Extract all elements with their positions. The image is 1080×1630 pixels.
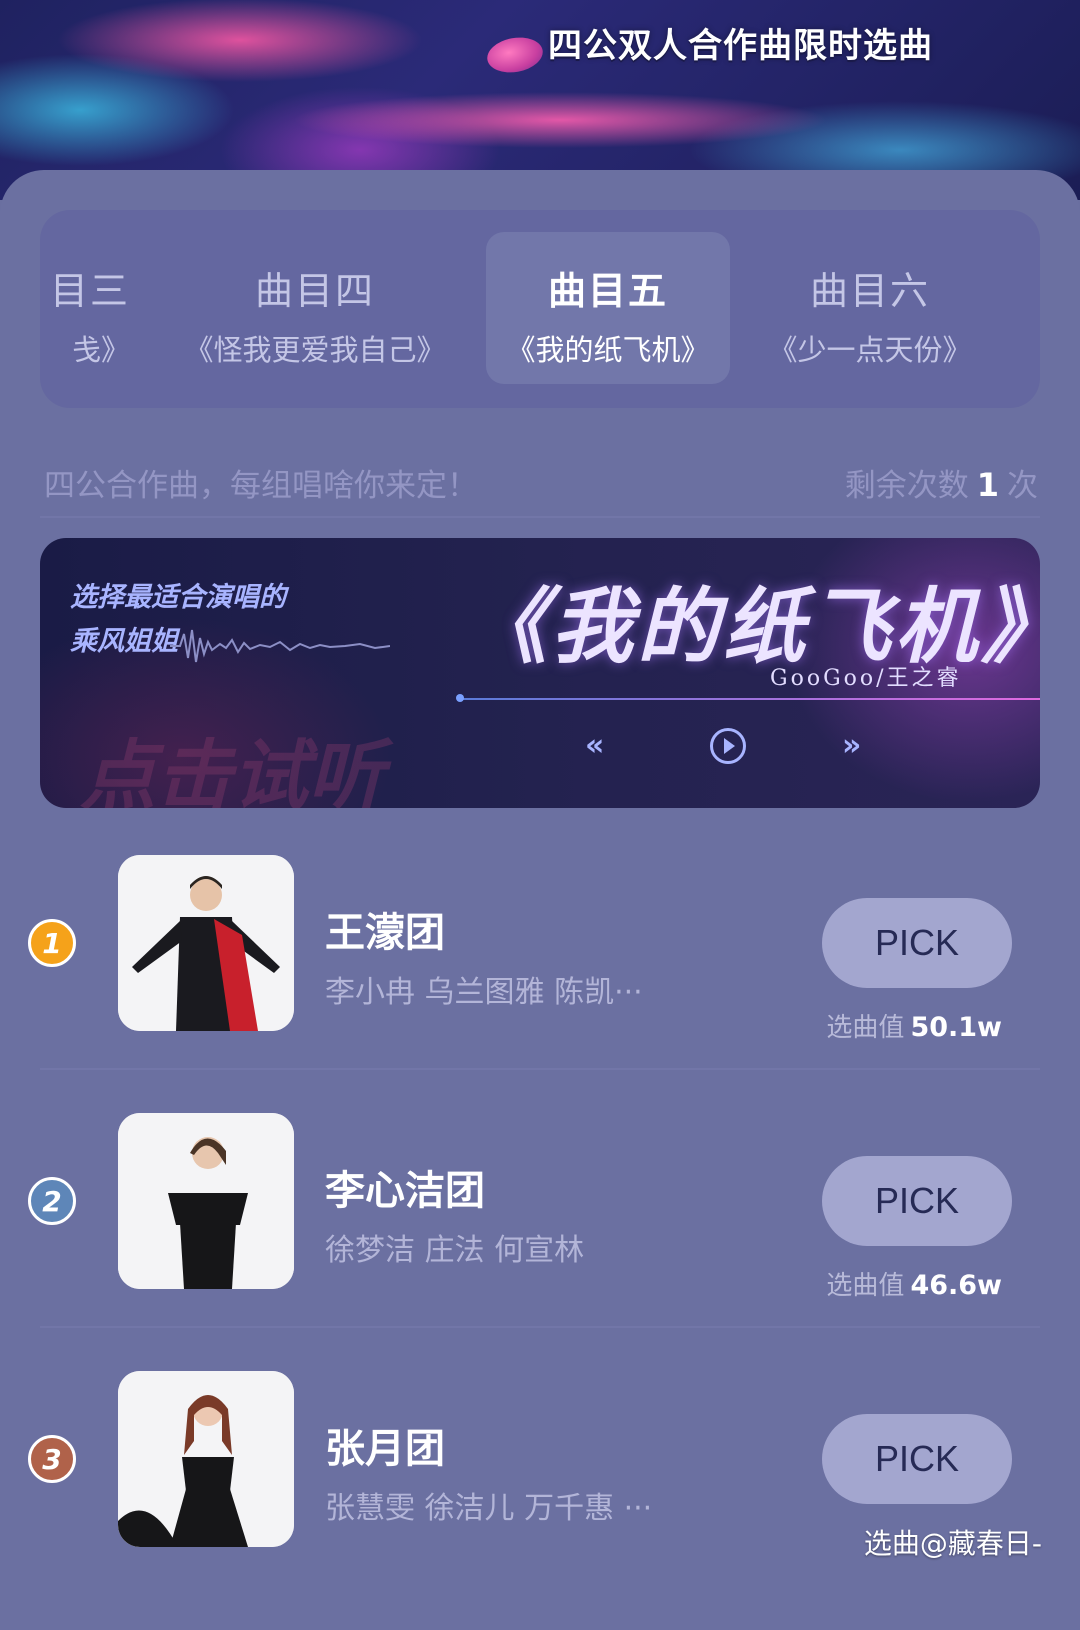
pick-score: 选曲值 46.6w xyxy=(826,1270,1002,1301)
double-chevron-left-icon[interactable]: « xyxy=(585,728,604,763)
info-row: 四公合作曲，每组唱啥你来定！ 剩余次数 1 次 xyxy=(44,460,1038,504)
group-name: 王濛团 xyxy=(325,910,445,956)
pick-button[interactable]: PICK xyxy=(822,898,1012,988)
group-members: 张慧雯 徐洁儿 万千惠 ··· xyxy=(325,1491,653,1526)
rank-badge: 2 xyxy=(28,1177,76,1225)
group-name: 李心洁团 xyxy=(325,1168,485,1214)
rank-badge: 3 xyxy=(28,1435,76,1483)
group-members: 李小冉 乌兰图雅 陈凯··· xyxy=(325,975,643,1010)
group-name: 张月团 xyxy=(325,1426,445,1472)
group-row-2: 2 李心洁团 徐梦洁 庄法 何宣林 PICK 选曲值 46.6w xyxy=(0,1113,1080,1313)
banner-title: 四公双人合作曲限时选曲 xyxy=(548,26,933,66)
person-photo-icon xyxy=(118,1371,294,1547)
player-artist: GooGoo/王之睿 xyxy=(770,666,962,691)
tab-song-6[interactable]: 曲目六 《少一点天份》 xyxy=(760,232,980,384)
pick-button[interactable]: PICK xyxy=(822,1414,1012,1504)
avatar xyxy=(118,855,294,1031)
pick-score: 选曲值 50.1w xyxy=(826,1012,1002,1043)
rank-badge: 1 xyxy=(28,919,76,967)
tab-song-4[interactable]: 曲目四 《怪我更爱我自己》 xyxy=(180,232,450,384)
song-preview-player[interactable]: 选择最适合演唱的 乘风姐姐 点击试听 《我的纸飞机》 GooGoo/王之睿 « … xyxy=(40,538,1040,808)
double-chevron-right-icon[interactable]: » xyxy=(842,728,861,763)
banner-decor xyxy=(484,33,546,77)
progress-handle[interactable] xyxy=(456,694,464,702)
divider xyxy=(40,1326,1040,1328)
divider xyxy=(40,1068,1040,1070)
person-photo-icon xyxy=(118,1113,294,1289)
pick-button[interactable]: PICK xyxy=(822,1156,1012,1246)
play-circle-icon[interactable] xyxy=(710,728,746,764)
group-row-1: 1 王濛团 李小冉 乌兰图雅 陈凯··· PICK 选曲值 50.1w xyxy=(0,855,1080,1055)
waveform-icon xyxy=(170,629,390,663)
divider xyxy=(40,516,1040,518)
avatar xyxy=(118,1371,294,1547)
person-photo-icon xyxy=(118,855,294,1031)
avatar xyxy=(118,1113,294,1289)
weibo-watermark: 选曲@藏春日- xyxy=(863,1527,1042,1560)
tab-song-3[interactable]: 目三 戋》 xyxy=(40,232,130,384)
tagline: 四公合作曲，每组唱啥你来定！ xyxy=(44,468,478,504)
tab-song-5[interactable]: 曲目五 《我的纸飞机》 xyxy=(486,232,730,384)
preview-watermark-text: 点击试听 xyxy=(80,731,384,808)
song-tabs: 目三 戋》 曲目四 《怪我更爱我自己》 曲目五 《我的纸飞机》 曲目六 《少一点… xyxy=(40,210,1040,408)
group-members: 徐梦洁 庄法 何宣林 xyxy=(325,1233,585,1268)
progress-line[interactable] xyxy=(460,698,1040,700)
remaining-count: 剩余次数 1 次 xyxy=(844,466,1038,504)
